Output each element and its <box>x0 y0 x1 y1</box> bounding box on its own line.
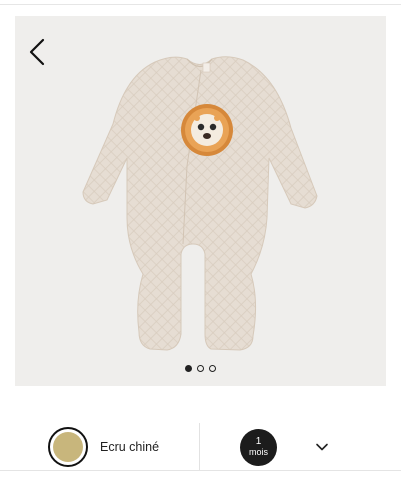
variant-selector-bar: Ecru chiné 1 mois <box>0 423 401 471</box>
size-badge: 1 mois <box>240 428 277 466</box>
size-selector[interactable]: 1 mois <box>240 423 340 471</box>
product-image-gallery[interactable] <box>15 16 386 386</box>
lion-patch <box>181 104 233 156</box>
color-swatch-ring <box>48 427 88 467</box>
chevron-left-icon <box>29 38 45 66</box>
selector-divider <box>199 423 200 471</box>
product-image <box>82 56 318 351</box>
color-name: Ecru chiné <box>100 440 160 454</box>
color-swatch <box>53 432 83 462</box>
carousel-dot[interactable] <box>185 365 192 372</box>
top-divider <box>0 0 401 5</box>
size-value: 1 <box>255 436 262 447</box>
color-selector[interactable]: Ecru chiné <box>48 423 198 471</box>
chevron-down-icon[interactable] <box>315 440 329 454</box>
carousel-dot[interactable] <box>209 365 216 372</box>
size-unit: mois <box>248 447 268 457</box>
back-button[interactable] <box>23 36 53 68</box>
carousel-dots <box>15 365 386 372</box>
carousel-dot[interactable] <box>197 365 204 372</box>
bottom-divider <box>0 470 401 471</box>
